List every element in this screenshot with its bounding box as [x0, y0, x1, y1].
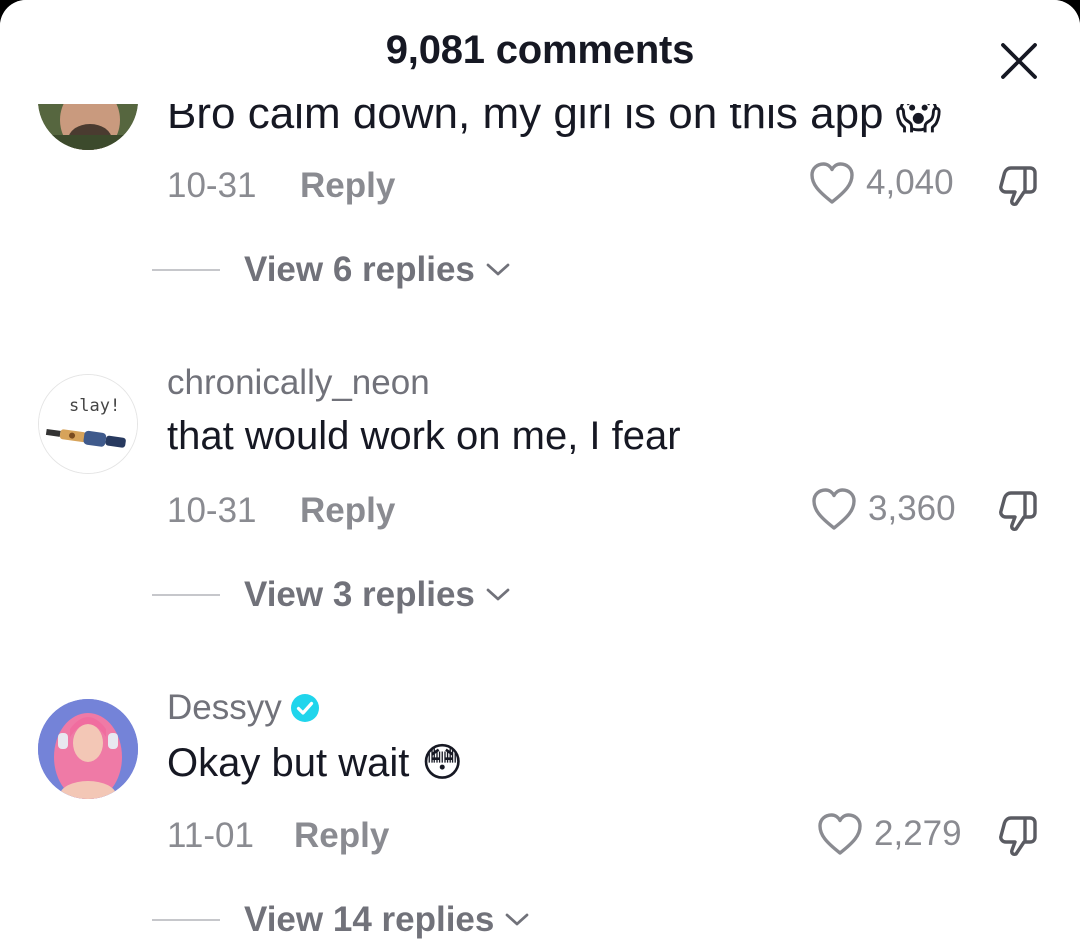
view-replies-button[interactable]: View 6 replies	[152, 250, 511, 290]
reply-button[interactable]: Reply	[300, 491, 395, 531]
comment-text: Okay but wait 😳	[167, 740, 464, 786]
comment-date: 11-01	[167, 816, 254, 855]
dislike-icon[interactable]	[994, 162, 1042, 210]
reply-button[interactable]: Reply	[300, 166, 395, 206]
like-button[interactable]: 2,279	[816, 811, 962, 857]
close-button[interactable]	[992, 34, 1046, 88]
like-button[interactable]: 4,040	[808, 160, 954, 206]
like-count: 2,279	[874, 814, 962, 853]
comment-text: that would work on me, I fear	[167, 414, 681, 458]
heart-icon	[810, 162, 854, 204]
heart-icon	[818, 813, 862, 855]
divider-line	[152, 269, 220, 271]
page-title: 9,081 comments	[385, 28, 695, 72]
comments-header: 9,081 comments	[0, 0, 1080, 104]
dislike-icon[interactable]	[994, 812, 1042, 860]
like-count: 4,040	[866, 163, 954, 202]
verified-badge-icon	[290, 694, 319, 722]
dislike-icon[interactable]	[994, 487, 1042, 535]
comment-date: 10-31	[167, 491, 257, 530]
heart-icon	[812, 488, 856, 530]
like-count: 3,360	[868, 489, 956, 528]
avatar[interactable]	[38, 699, 138, 799]
avatar[interactable]: slay!	[38, 374, 138, 474]
username[interactable]: chronically_neon	[167, 363, 430, 403]
chevron-down-icon	[505, 913, 529, 926]
svg-text:slay!: slay!	[69, 396, 120, 416]
divider-line	[152, 594, 220, 596]
view-replies-button[interactable]: View 14 replies	[152, 900, 530, 940]
view-replies-button[interactable]: View 3 replies	[152, 575, 511, 615]
comments-sheet: Bro calm down, my girl is on this app 😱 …	[0, 0, 1080, 951]
username[interactable]: Dessyy	[167, 688, 320, 728]
divider-line	[152, 919, 220, 921]
comment-date: 10-31	[167, 166, 257, 205]
like-button[interactable]: 3,360	[810, 486, 956, 532]
close-icon	[1001, 43, 1037, 79]
chevron-down-icon	[486, 263, 510, 276]
reply-button[interactable]: Reply	[294, 816, 389, 856]
emoji: 😳	[421, 741, 464, 785]
chevron-down-icon	[486, 588, 510, 601]
